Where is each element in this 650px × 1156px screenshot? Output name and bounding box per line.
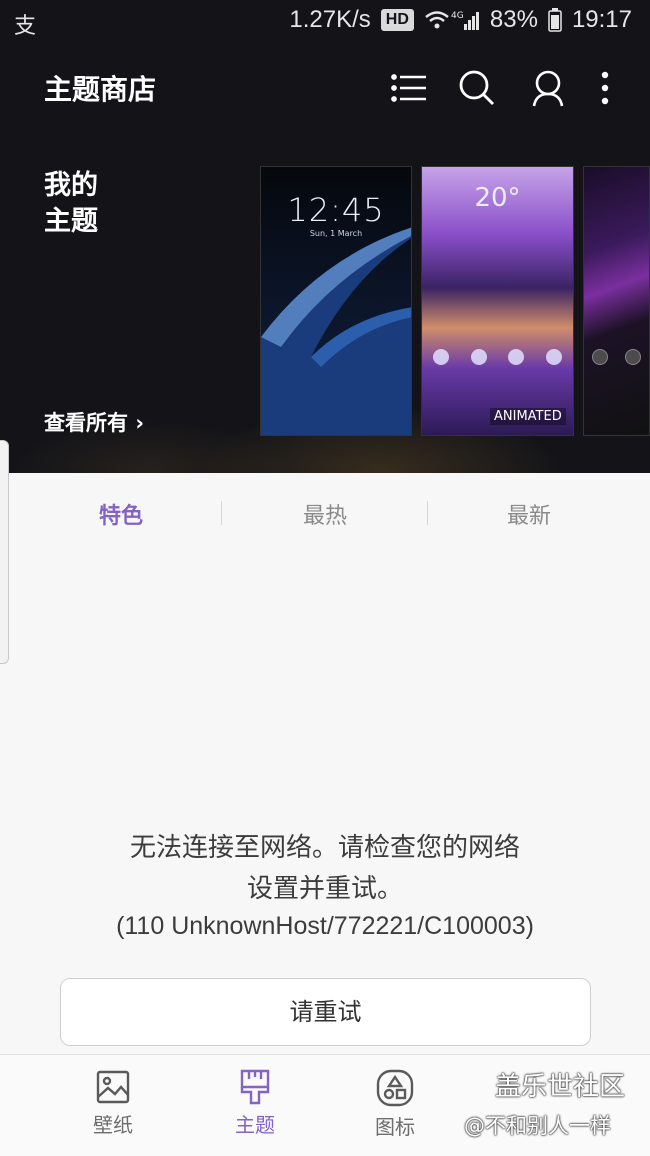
chevron-right-icon: › [135,411,144,435]
list-icon[interactable] [388,66,432,110]
app-bar: 主题商店 [0,58,650,118]
theme-brush-icon [240,1069,270,1105]
my-themes-line2: 主题 [44,206,98,237]
icon-shapes-icon [376,1069,414,1107]
nav-theme[interactable]: 主题 [195,1069,315,1138]
error-line1: 无法连接至网络。请检查您的网络 [129,833,520,863]
page-title: 主题商店 [44,73,157,106]
more-icon[interactable] [583,66,627,110]
status-time: 19:17 [571,6,632,33]
thumbnail-clock: 20° [474,183,521,213]
theme-thumbnail[interactable]: 20° ANIMATED [421,166,574,436]
error-line2: 设置并重试。 [246,874,403,904]
battery-icon [548,8,562,32]
theme-thumbnail[interactable]: 12:45 Sun, 1 March [260,166,412,436]
network-type: 4G [451,11,464,21]
wallpaper-icon [96,1070,130,1104]
account-icon[interactable] [526,66,570,110]
view-all-link[interactable]: 查看所有 › [44,407,144,437]
thumbnail-clock: 12:45 [287,191,385,229]
app-icon-row [422,349,573,365]
category-tabs: 特色 最热 最新 [0,473,650,553]
tab-newest[interactable]: 最新 [421,498,637,530]
tab-featured[interactable]: 特色 [13,498,229,530]
nav-label: 壁纸 [93,1113,133,1137]
error-code: (110 UnknownHost/772221/C100003) [116,912,534,940]
my-themes-heading: 我的 主题 [44,168,98,240]
retry-button[interactable]: 请重试 [60,978,591,1046]
animated-badge: ANIMATED [490,408,566,425]
nav-label: 主题 [235,1113,275,1137]
wifi-signal-icon: 4G [424,8,480,32]
watermark-line2: @不和别人一样 [464,1114,611,1138]
nav-label: 图标 [375,1115,415,1139]
theme-store-header-area: 支 1.27K/s HD 4G 83% 19:17 主题商店 我的 主题 查看所… [0,0,650,473]
watermark-line1: 盖乐世社区 [495,1072,626,1102]
network-speed: 1.27K/s [289,6,371,33]
search-icon[interactable] [455,66,499,110]
hd-badge: HD [380,9,414,31]
thumbnail-date: Sun, 1 March [309,229,363,238]
nav-icons[interactable]: 图标 [335,1069,455,1140]
tab-popular[interactable]: 最热 [217,498,433,530]
nav-wallpaper[interactable]: 壁纸 [53,1069,173,1138]
carrier-glyph: 支 [14,14,37,39]
network-error-message: 无法连接至网络。请检查您的网络 设置并重试。 [0,828,650,910]
status-bar: 支 1.27K/s HD 4G 83% 19:17 [0,0,650,44]
battery-percent: 83% [489,6,538,33]
view-all-label: 查看所有 [44,411,128,435]
edge-panel-handle[interactable] [0,440,9,664]
my-themes-line1: 我的 [44,170,98,201]
theme-thumbnail[interactable] [583,166,650,436]
app-icon-row [584,349,649,365]
